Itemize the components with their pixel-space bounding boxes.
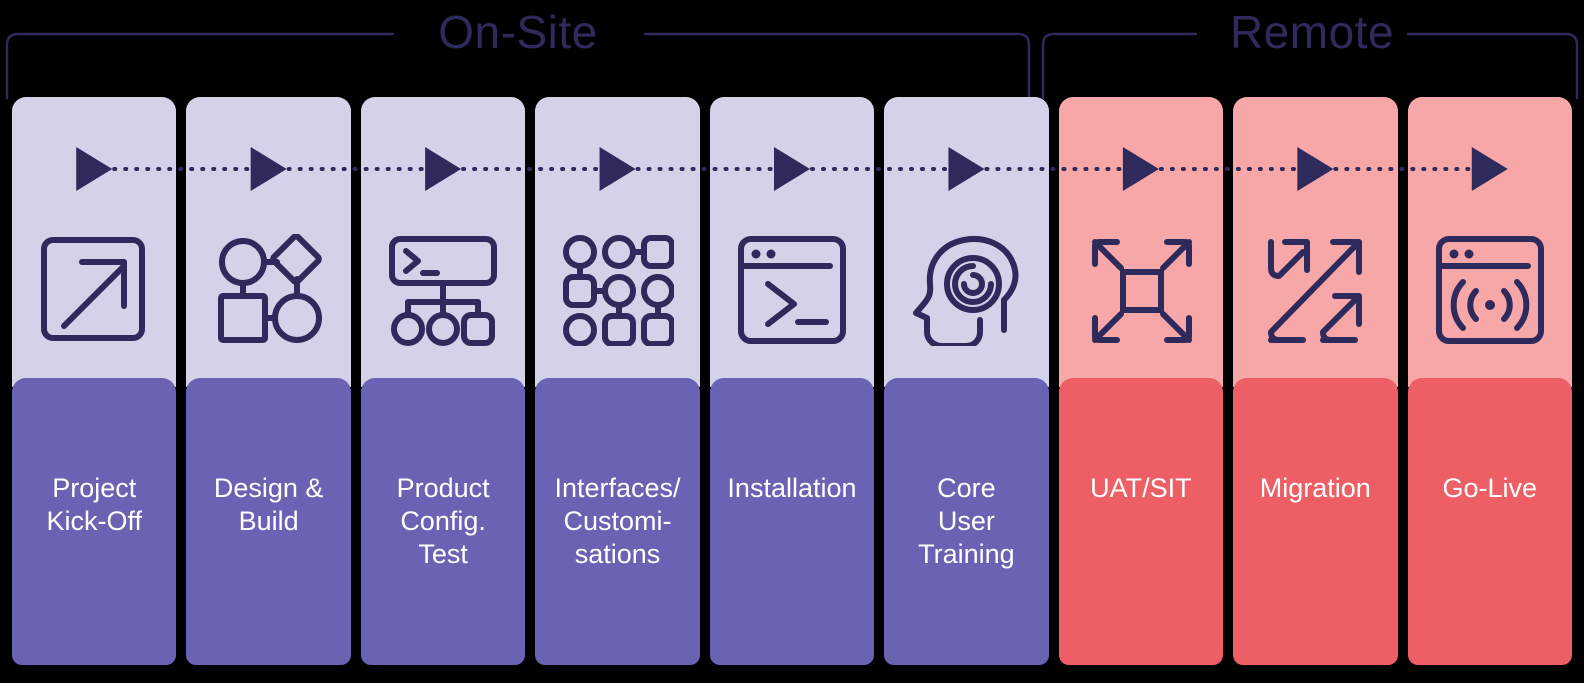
step-card-bottom-core-user-training: Core User Training (884, 378, 1049, 665)
onsite-bracket-right (643, 32, 1031, 100)
step-label-design-build: Design & Build (213, 473, 324, 536)
group-label-remote: Remote (1229, 6, 1395, 58)
step-card-bottom-project-kick-off: Project Kick-Off (12, 378, 177, 665)
remote-bracket-left (1041, 32, 1198, 100)
step-label-migration: Migration (1259, 473, 1371, 503)
step-label-project-kick-off: Project Kick-Off (46, 473, 142, 536)
terminal-window-icon (710, 225, 874, 355)
group-label-on-site: On-Site (438, 6, 598, 58)
step-card-bottom-product-config-test: Product Config. Test (360, 378, 526, 665)
step-card-top-installation (709, 97, 875, 387)
step-card-bottom-go-live: Go-Live (1407, 378, 1572, 665)
step-card-migration[interactable]: Migration (1233, 97, 1398, 665)
migration-arrows-icon (1233, 225, 1397, 355)
node-network-shapes-icon (186, 225, 350, 355)
node-grid-icon (535, 225, 699, 355)
group-brackets: On-Site Remote (0, 0, 1584, 110)
step-card-top-uat-sit (1058, 97, 1224, 387)
bracket-svg (5, 32, 1579, 100)
step-card-design-build[interactable]: Design & Build (186, 97, 351, 665)
step-card-core-user-training[interactable]: Core User Training (884, 97, 1049, 665)
step-label-uat-sit: UAT/SIT (1090, 473, 1192, 503)
step-card-top-interfaces-customisations (535, 97, 700, 387)
step-card-bottom-interfaces-customisations: Interfaces/ Customi- sations (535, 378, 700, 665)
step-card-project-kick-off[interactable]: Project Kick-Off (12, 97, 177, 665)
step-card-top-go-live (1407, 97, 1572, 387)
process-timeline-diagram: On-Site Remote Project Kick-Off Design & … (0, 0, 1584, 683)
step-label-go-live: Go-Live (1442, 473, 1537, 503)
step-card-top-product-config-test (360, 97, 526, 387)
terminal-hierarchy-icon (361, 225, 525, 355)
step-label-installation: Installation (727, 473, 857, 503)
step-card-interfaces-customisations[interactable]: Interfaces/ Customi- sations (535, 97, 700, 665)
expand-arrows-square-icon (1059, 225, 1223, 355)
step-label-core-user-training: Core User Training (918, 473, 1015, 569)
step-card-top-design-build (186, 97, 351, 387)
square-diagonal-arrow-icon (12, 225, 176, 355)
remote-bracket-right (1406, 32, 1579, 100)
step-card-uat-sit[interactable]: UAT/SIT (1058, 97, 1224, 665)
step-label-product-config-test: Product Config. Test (396, 473, 490, 569)
step-card-bottom-migration: Migration (1233, 378, 1398, 665)
onsite-bracket-left (5, 32, 395, 100)
step-card-top-core-user-training (884, 97, 1049, 387)
step-card-top-migration (1233, 97, 1398, 387)
step-card-installation[interactable]: Installation (709, 97, 875, 665)
step-card-list: Project Kick-Off Design & Build Product Co… (12, 97, 1572, 665)
step-card-bottom-uat-sit: UAT/SIT (1058, 378, 1224, 665)
step-label-interfaces-customisations: Interfaces/ Customi- sations (554, 473, 681, 569)
step-card-bottom-installation: Installation (709, 378, 875, 665)
head-brain-icon (884, 225, 1048, 355)
step-card-go-live[interactable]: Go-Live (1407, 97, 1572, 665)
broadcast-window-icon (1408, 225, 1572, 355)
step-card-product-config-test[interactable]: Product Config. Test (360, 97, 526, 665)
step-card-top-project-kick-off (12, 97, 177, 387)
step-card-bottom-design-build: Design & Build (186, 378, 351, 665)
